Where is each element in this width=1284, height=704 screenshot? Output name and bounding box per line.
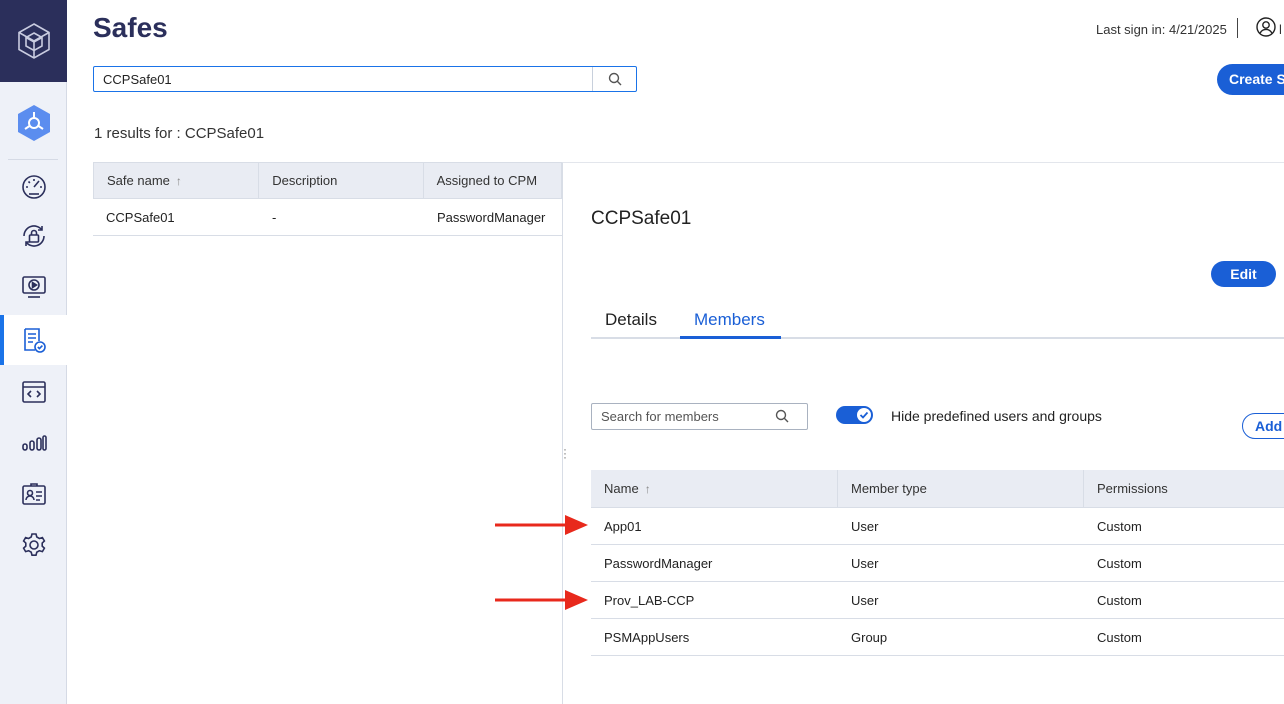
page-title: Safes [93,12,168,43]
sidebar-item-reports[interactable] [0,418,67,468]
column-header-description[interactable]: Description [259,163,424,198]
monitoring-icon [21,276,46,298]
sidebar-item-accounts[interactable] [0,211,67,261]
active-tab-indicator [680,336,781,339]
column-header-name[interactable]: Name ↑ [591,470,838,507]
cpm-cell: PasswordManager [437,209,546,225]
user-avatar-icon[interactable] [1256,17,1276,42]
panel-resize-handle[interactable]: · · · [563,443,567,463]
annotation-arrow [495,590,588,610]
last-sign-in-text: Last sign in: 4/21/2025 [1096,22,1227,37]
member-name-cell: PSMAppUsers [604,629,690,645]
tab-details[interactable]: Details [605,310,657,330]
member-type-cell: Group [851,629,888,645]
safes-table-header: Safe name ↑ Description Assigned to CPM [93,162,562,199]
add-member-button[interactable]: Add member [1242,413,1284,439]
sidebar-item-policies[interactable] [0,315,67,365]
header-divider [1237,18,1238,38]
sidebar-item-applications[interactable] [0,367,67,417]
member-search-input[interactable] [592,404,772,429]
table-row[interactable]: App01 User Custom [591,508,1284,545]
sidebar-item-settings[interactable] [0,520,67,570]
tab-members[interactable]: Members [694,310,765,330]
member-search-field[interactable] [591,403,808,430]
settings-icon [22,533,45,556]
privilege-cloud-icon[interactable] [15,104,53,142]
panel-title: CCPSafe01 [591,208,692,229]
accounts-lock-icon [22,225,45,247]
permissions-cell: Custom [1097,518,1142,534]
policies-icon [23,328,46,353]
safes-table: Safe name ↑ Description Assigned to CPM … [93,162,562,236]
safe-name-cell: CCPSafe01 [106,209,175,225]
safes-search-input[interactable] [94,67,594,91]
sidebar [0,0,67,704]
annotation-arrow [495,515,588,535]
sort-asc-icon: ↑ [644,481,651,496]
search-icon[interactable] [775,409,789,428]
members-table-header: Name ↑ Member type Permissions [591,470,1284,508]
hide-predefined-toggle[interactable] [836,406,873,424]
member-type-cell: User [851,555,879,571]
create-safe-button[interactable]: Create Safe [1217,64,1284,95]
table-row[interactable]: PasswordManager User Custom [591,545,1284,582]
member-type-cell: User [851,518,879,534]
check-icon [859,411,869,419]
member-name-cell: PasswordManager [604,555,713,571]
table-row[interactable]: CCPSafe01 - PasswordManager [93,199,562,236]
cube-logo-icon [17,23,50,59]
applications-icon [21,381,46,403]
permissions-cell: Custom [1097,555,1142,571]
sidebar-item-dashboard[interactable] [0,161,67,211]
permissions-cell: Custom [1097,629,1142,645]
table-row[interactable]: PSMAppUsers Group Custom [591,619,1284,656]
column-header-assigned-cpm[interactable]: Assigned to CPM [424,163,561,198]
column-header-permissions[interactable]: Permissions [1084,470,1284,507]
members-table: Name ↑ Member type Permissions App01 Use… [591,470,1284,656]
search-icon [608,72,621,86]
description-cell: - [272,209,277,225]
edit-button[interactable]: Edit [1211,261,1276,287]
toggle-knob [857,408,871,422]
table-row[interactable]: Prov_LAB-CCP User Custom [591,582,1284,619]
dashboard-icon [21,175,46,199]
brand-logo[interactable] [0,0,67,82]
column-header-safe-name[interactable]: Safe name ↑ [94,163,260,198]
member-type-cell: User [851,592,879,608]
safes-search-field[interactable] [93,66,637,92]
users-icon [21,483,46,505]
sidebar-divider [8,159,58,160]
sidebar-item-users[interactable] [0,470,67,520]
member-name-cell: Prov_LAB-CCP [604,592,695,608]
app-window: Safes Last sign in: 4/21/2025 l Create S… [0,0,1284,704]
column-header-member-type[interactable]: Member type [838,470,1084,507]
search-button[interactable] [592,67,636,91]
reports-icon [21,435,47,451]
permissions-cell: Custom [1097,592,1142,608]
member-name-cell: App01 [604,518,642,534]
sidebar-item-monitoring[interactable] [0,262,67,312]
results-summary: 1 results for : CCPSafe01 [94,125,265,142]
user-name[interactable]: l [1279,22,1282,37]
toggle-label: Hide predefined users and groups [891,408,1102,424]
sort-asc-icon: ↑ [175,173,182,188]
